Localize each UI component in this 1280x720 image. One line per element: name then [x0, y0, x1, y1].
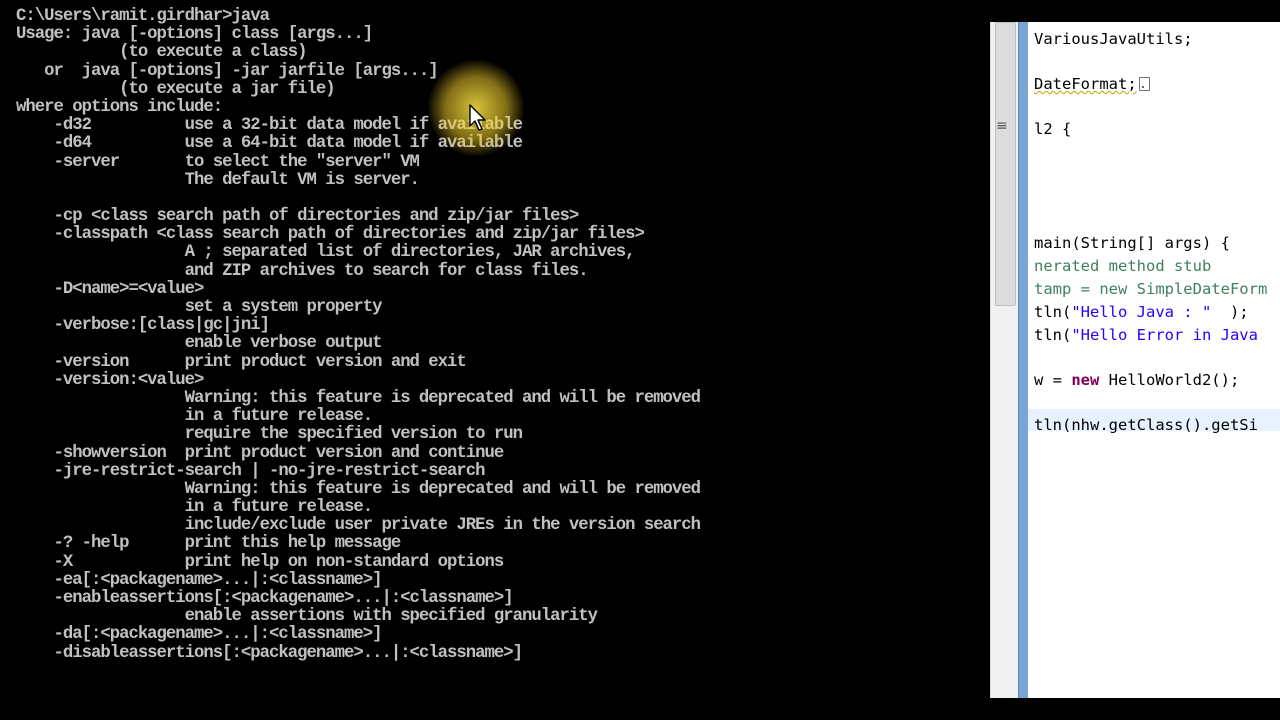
code-text: tamp = new SimpleDateForm	[1034, 280, 1268, 298]
screen-bottom-edge	[0, 698, 1280, 720]
console-line: -D<name>=<value>	[16, 279, 204, 299]
code-keyword: new	[1071, 371, 1100, 389]
console-line: enable assertions with specified granula…	[16, 607, 598, 627]
code-line-println-error: tln("Hello Error in Java	[1034, 326, 1258, 344]
console-line: -verbose:[class|gc|jni]	[16, 316, 270, 336]
console-line: -enableassertions[:<packagename>...|:<cl…	[16, 589, 513, 608]
console-line: -disableassertions[:<packagename>...|:<c…	[16, 643, 523, 663]
code-line-import: VariousJavaUtils;	[1034, 30, 1193, 48]
code-editor[interactable]: VariousJavaUtils; DateFormat; l2 { main(…	[1028, 22, 1280, 698]
code-text: tln(nhw.getClass().getSi	[1034, 416, 1258, 434]
code-text: );	[1211, 303, 1249, 321]
console-line: -ea[:<packagename>...|:<classname>]	[16, 570, 382, 590]
collapsed-code-icon[interactable]	[1138, 77, 1150, 91]
code-text: DateFormat;	[1034, 75, 1137, 93]
console-line: A ; separated list of directories, JAR a…	[16, 243, 636, 263]
console-line: -version:<value>	[16, 370, 204, 390]
code-text: tln(	[1034, 326, 1072, 344]
command-prompt-window[interactable]: C:\Users\ramit.girdhar>java Usage: java […	[0, 0, 990, 698]
code-text: VariousJavaUtils;	[1034, 30, 1193, 48]
code-line-println-hello: tln("Hello Java : " );	[1034, 303, 1249, 321]
console-line: -da[:<packagename>...|:<classname>]	[16, 625, 382, 645]
code-line-new-object: w = new HelloWorld2();	[1034, 371, 1239, 389]
console-line: enable verbose output	[16, 334, 383, 354]
code-text: tln(	[1034, 303, 1072, 321]
console-line: -jre-restrict-search | -no-jre-restrict-…	[16, 461, 485, 481]
console-line: include/exclude user private JREs in the…	[16, 516, 701, 536]
code-text: HelloWorld2();	[1099, 371, 1240, 389]
code-text: w =	[1034, 371, 1072, 389]
console-line: require the specified version to run	[16, 425, 523, 445]
code-comment: nerated method stub	[1034, 257, 1212, 275]
console-line: -version print product version and exit	[16, 352, 466, 372]
console-line: or java [-options] -jar jarfile [args...…	[16, 61, 439, 81]
console-line: (to execute a jar file)	[16, 79, 336, 99]
console-line: -? -help print this help message	[16, 534, 401, 554]
code-line-comment: nerated method stub	[1034, 257, 1211, 275]
console-line: -showversion print product version and c…	[16, 443, 504, 463]
console-line: -cp <class search path of directories an…	[16, 207, 579, 227]
code-string: "Hello Java : "	[1071, 303, 1212, 321]
console-scroll-thumb[interactable]	[995, 22, 1016, 306]
console-line: and ZIP archives to search for class fil…	[16, 261, 589, 281]
console-output: C:\Users\ramit.girdhar>java Usage: java […	[16, 7, 701, 663]
console-line: Warning: this feature is deprecated and …	[16, 388, 701, 408]
code-string: "Hello Error in Java	[1071, 326, 1258, 344]
console-line: -d32 use a 32-bit data model if availabl…	[16, 116, 523, 136]
console-line: -X print help on non-standard options	[16, 552, 504, 572]
code-line-println-class: tln(nhw.getClass().getSi	[1034, 416, 1258, 434]
console-line: (to execute a class)	[16, 43, 307, 63]
code-line-import-dateformat: DateFormat;	[1034, 75, 1150, 93]
code-text: main(String[] args) {	[1034, 234, 1230, 252]
console-line: where options include:	[16, 97, 223, 117]
console-line: C:\Users\ramit.girdhar>java	[16, 7, 270, 26]
console-line: -server to select the "server" VM	[16, 152, 419, 172]
splitter-grip-icon[interactable]: ≡	[996, 118, 1008, 134]
console-line: in a future release.	[16, 498, 373, 518]
console-line: -classpath <class search path of directo…	[16, 225, 644, 245]
console-line: in a future release.	[16, 407, 373, 427]
code-line-timestamp: tamp = new SimpleDateForm	[1034, 280, 1267, 298]
console-line: Usage: java [-options] class [args...]	[16, 25, 373, 45]
console-line: Warning: this feature is deprecated and …	[16, 479, 701, 499]
code-line-class: l2 {	[1034, 120, 1071, 138]
code-line-main: main(String[] args) {	[1034, 234, 1230, 252]
console-line: -d64 use a 64-bit data model if availabl…	[16, 134, 523, 154]
code-text: l2 {	[1034, 120, 1072, 138]
console-line: set a system property	[16, 298, 383, 317]
console-line: The default VM is server.	[16, 170, 420, 190]
